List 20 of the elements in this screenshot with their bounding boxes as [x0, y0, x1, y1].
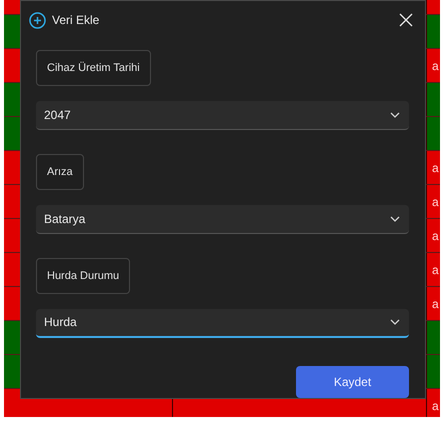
field-label: Cihaz Üretim Tarihi: [36, 50, 151, 86]
table-cell: a: [432, 160, 439, 174]
field-label: Hurda Durumu: [36, 258, 130, 294]
table-cell: a: [432, 262, 439, 276]
field-label: Arıza: [36, 154, 84, 190]
table-cell: a: [432, 194, 439, 208]
select-field[interactable]: Batarya: [36, 204, 409, 234]
table-cell: a: [432, 398, 439, 412]
close-icon[interactable]: [399, 13, 413, 28]
select-field[interactable]: 2047: [36, 101, 409, 130]
save-button[interactable]: Kaydet: [296, 366, 409, 398]
table-cell: a: [432, 58, 439, 72]
table-cell: a: [432, 296, 439, 310]
chevron-down-icon: [390, 216, 400, 222]
chevron-down-icon: [390, 319, 400, 326]
plus-circle-icon: [29, 12, 46, 29]
select-field[interactable]: Hurda: [36, 308, 409, 338]
chevron-down-icon: [390, 112, 400, 118]
table-cell: a: [432, 228, 439, 242]
dialog-title: Veri Ekle: [52, 13, 100, 28]
